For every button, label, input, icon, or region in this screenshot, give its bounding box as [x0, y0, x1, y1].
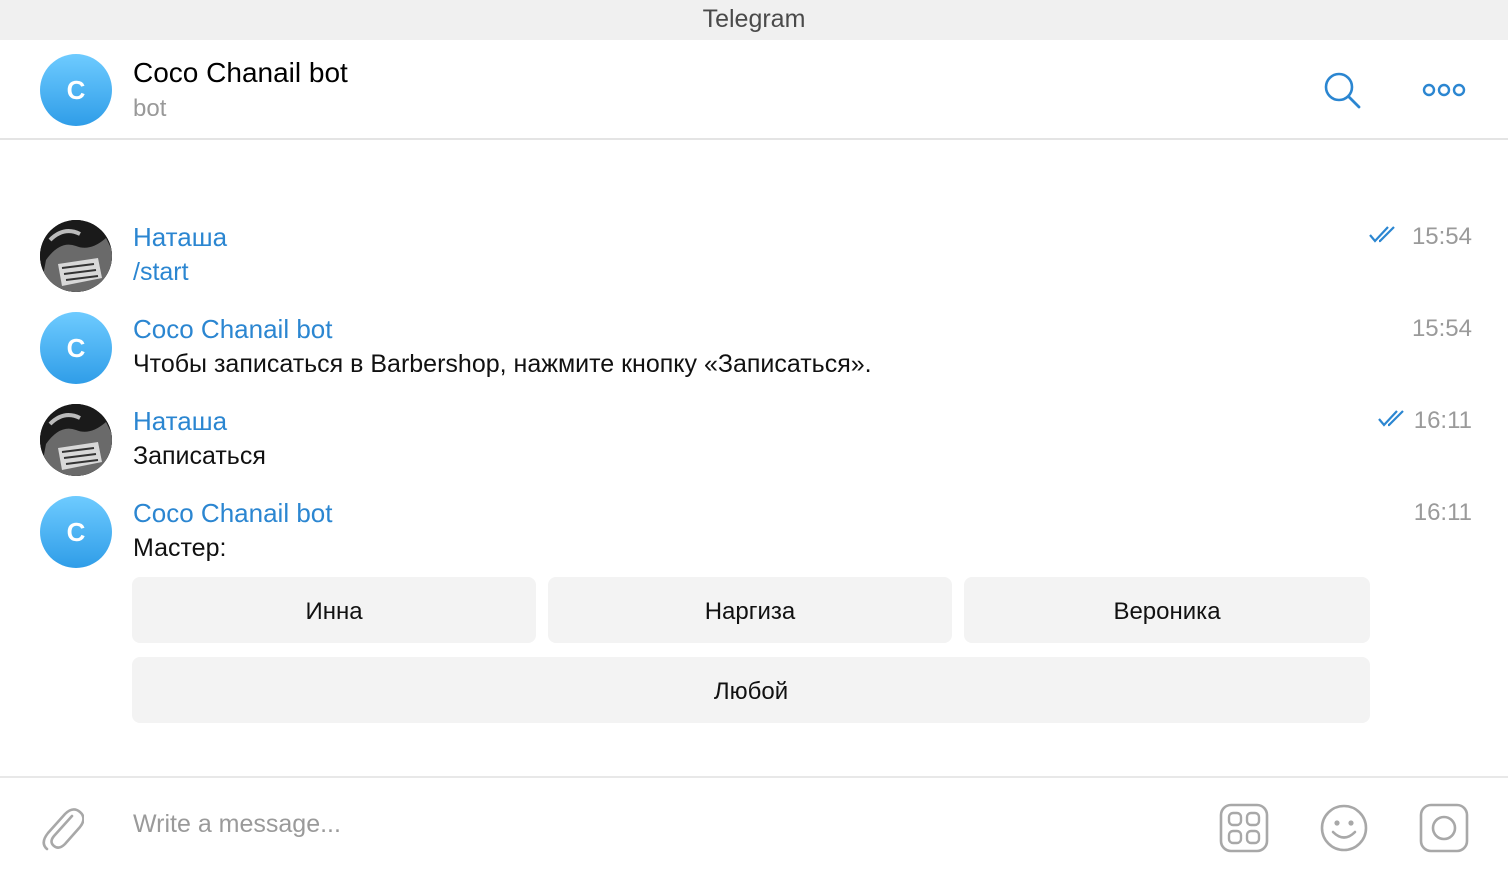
- chat-status: bot: [133, 95, 167, 122]
- chat-title[interactable]: Coco Chanail bot: [133, 57, 348, 89]
- message-composer: Write a message...: [0, 776, 1508, 878]
- read-checks-icon: [1377, 408, 1409, 433]
- window-titlebar: Telegram: [0, 0, 1508, 40]
- message-text: Чтобы записаться в Barbershop, нажмите к…: [133, 350, 872, 378]
- message-sender[interactable]: Coco Chanail bot: [133, 314, 332, 345]
- user-avatar[interactable]: [40, 220, 112, 292]
- message-text: Записаться: [133, 442, 266, 470]
- camera-icon[interactable]: [1419, 803, 1469, 853]
- message-time: 15:54: [1411, 315, 1472, 342]
- message-sender[interactable]: Наташа: [133, 406, 227, 437]
- message-sender[interactable]: Coco Chanail bot: [133, 498, 332, 529]
- bot-avatar[interactable]: C: [40, 312, 112, 384]
- attach-icon[interactable]: [38, 802, 85, 852]
- chat-header: C Coco Chanail bot bot: [0, 40, 1508, 140]
- chat-avatar[interactable]: C: [40, 54, 112, 126]
- message-time: 16:11: [1413, 407, 1472, 434]
- bot-avatar[interactable]: C: [40, 496, 112, 568]
- message-input[interactable]: Write a message...: [133, 810, 341, 839]
- message-text[interactable]: /start: [133, 258, 189, 287]
- message-sender[interactable]: Наташа: [133, 222, 227, 253]
- message-time: 16:11: [1413, 499, 1472, 526]
- read-checks-icon: [1368, 224, 1400, 249]
- message-time: 15:54: [1411, 223, 1472, 250]
- keyboard-button-nargiza[interactable]: Наргиза: [548, 577, 952, 643]
- window-title: Telegram: [702, 5, 806, 33]
- emoji-icon[interactable]: [1319, 803, 1369, 853]
- search-icon[interactable]: [1323, 71, 1363, 111]
- message-text: Мастер:: [133, 534, 227, 562]
- more-icon[interactable]: [1422, 80, 1466, 100]
- keyboard-button-veronika[interactable]: Вероника: [964, 577, 1370, 643]
- keyboard-button-any[interactable]: Любой: [132, 657, 1370, 723]
- keyboard-button-inna[interactable]: Инна: [132, 577, 536, 643]
- bot-commands-icon[interactable]: [1219, 803, 1269, 853]
- user-avatar[interactable]: [40, 404, 112, 476]
